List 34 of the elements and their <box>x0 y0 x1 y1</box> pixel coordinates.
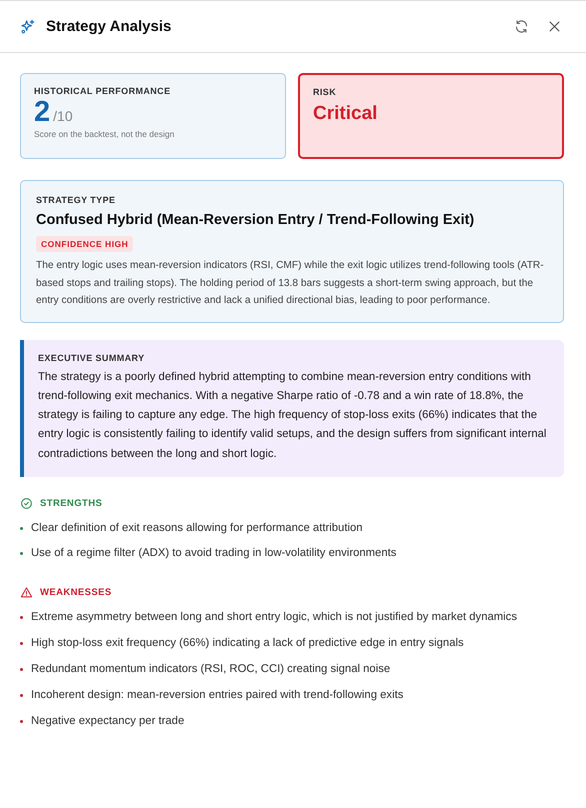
list-item: High stop-loss exit frequency (66%) indicating a lack of predictive edge in entry signals <box>31 636 464 652</box>
bullet-icon <box>20 526 23 530</box>
score-note: Score on the backtest, not the design <box>34 129 176 139</box>
refresh-icon[interactable] <box>514 19 529 34</box>
window-title: Strategy Analysis <box>46 18 172 35</box>
sparkles-icon <box>20 18 36 34</box>
score-value: 2 <box>34 97 50 127</box>
list-item: Redundant momentum indicators (RSI, ROC, CCI) creating signal noise <box>31 662 390 678</box>
list-item: Clear definition of exit reasons allowing for performance attribution <box>31 520 363 536</box>
close-icon[interactable] <box>547 19 562 34</box>
strategy-description: The entry logic uses mean-reversion indicators (RSI, CMF) while the exit logic utilizes trend-following tools (ATR-based stops and trailing stops). The holding period of 13.8 bars suggests a short-term swing approach, but the entry conditions are overly restrictive and lack a unified directional bias, leading to poor performance. <box>36 259 545 308</box>
confidence-badge: CONFIDENCE HIGH <box>36 236 134 252</box>
section-title: STRENGTHS <box>40 498 102 509</box>
bullet-icon <box>20 616 23 620</box>
bullet-icon <box>20 552 23 555</box>
warning-icon <box>20 586 33 599</box>
risk-level: Critical <box>313 103 378 125</box>
strategy-title: Confused Hybrid (Mean-Reversion Entry / Trend-Following Exit) <box>36 212 476 228</box>
bullet-icon <box>20 668 23 672</box>
card-label: RISK <box>313 87 338 97</box>
list-item: Extreme asymmetry between long and short entry logic, which is not justified by market dynamics <box>31 610 517 626</box>
summary-text: The strategy is a poorly defined hybrid attempting to combine mean-reversion entry conditions with trend-following exit mechanics. With a negative Sharpe ratio of -0.78 and a win rate of 18.8%, the strategy is failing to capture any edge. The high frequency of stop-loss exits (66%) indicates that the entry logic is consistently failing to identify valid setups, and the design suffers from significant internal contradictions between the long and short logic. <box>38 370 548 462</box>
card-label: STRATEGY TYPE <box>36 195 116 205</box>
bullet-icon <box>20 720 23 724</box>
list-item: Use of a regime filter (ADX) to avoid trading in low-volatility environments <box>31 546 396 561</box>
section-title: WEAKNESSES <box>40 586 112 598</box>
list-item: Negative expectancy per trade <box>31 714 184 730</box>
bullet-icon <box>20 694 23 698</box>
list-item: Incoherent design: mean-reversion entries paired with trend-following exits <box>31 688 404 704</box>
check-circle-icon <box>20 496 33 510</box>
bullet-icon <box>20 642 23 646</box>
card-label: EXECUTIVE SUMMARY <box>38 352 146 362</box>
score-scale: /10 <box>53 108 73 124</box>
card-label: HISTORICAL PERFORMANCE <box>34 86 172 96</box>
